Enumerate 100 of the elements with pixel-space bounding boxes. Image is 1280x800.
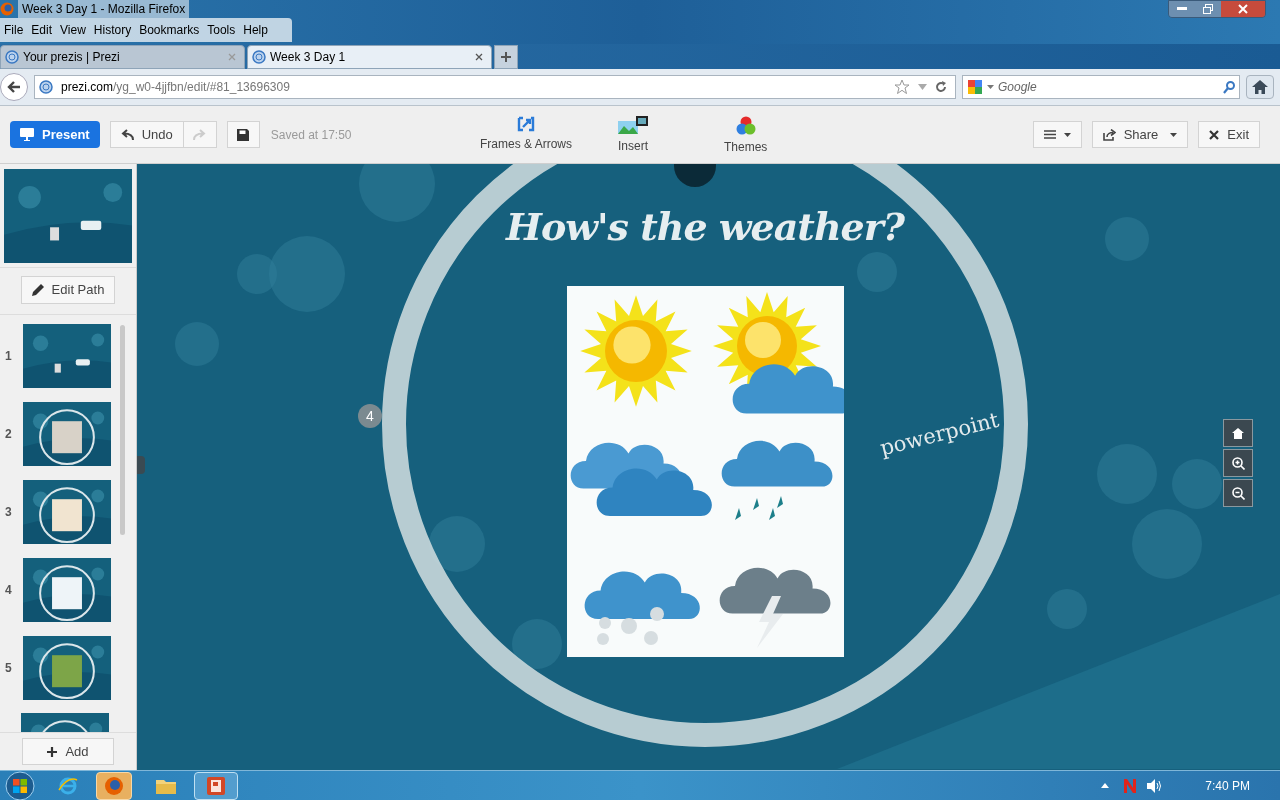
- save-status: Saved at 17:50: [270, 126, 352, 144]
- background-bubble: [1172, 459, 1222, 509]
- clock[interactable]: 7:40 PM: [1205, 776, 1250, 795]
- menu-item[interactable]: Bookmarks: [135, 21, 204, 39]
- menu-icon: [1043, 130, 1056, 139]
- window-title: Week 3 Day 1 - Mozilla Firefox: [18, 0, 190, 18]
- share-button[interactable]: Share: [1091, 121, 1189, 148]
- firefox-icon: [104, 775, 124, 796]
- back-button[interactable]: [0, 73, 28, 101]
- exit-button[interactable]: Exit: [1198, 121, 1260, 148]
- themes-tool-button[interactable]: Themes: [724, 116, 768, 156]
- frames-tool-button[interactable]: Frames & Arrows: [480, 116, 572, 153]
- zoom-in-button[interactable]: [1223, 449, 1253, 477]
- close-button[interactable]: [1221, 1, 1265, 17]
- taskbar-app[interactable]: [96, 771, 132, 800]
- search-engine-icon: [967, 79, 983, 95]
- slide-number: 2: [5, 426, 13, 443]
- sun-cloud-icon: [713, 292, 844, 414]
- presentation-icon: [207, 776, 225, 795]
- weather-illustration[interactable]: [567, 286, 844, 657]
- taskbar-app[interactable]: [194, 771, 238, 800]
- search-input[interactable]: Google: [998, 78, 1219, 96]
- close-icon[interactable]: [475, 53, 483, 61]
- background-bubble: [429, 516, 485, 572]
- back-arrow-icon: [7, 81, 21, 93]
- zoom-in-icon: [1231, 456, 1245, 470]
- snow-cloud-icon: [584, 571, 700, 645]
- home-button[interactable]: [1223, 419, 1253, 447]
- url-text: prezi.com/yg_w0-4jjfbn/edit/#81_13696309: [61, 79, 291, 96]
- folder-icon: [156, 777, 176, 794]
- frame-arrow-icon: [517, 116, 535, 132]
- zoom-out-icon: [1231, 486, 1245, 500]
- edit-path-button[interactable]: Edit Path: [20, 276, 116, 304]
- path-connector: [674, 164, 716, 188]
- screen-icon: [20, 128, 34, 141]
- rain-cloud-icon: [721, 440, 833, 520]
- home-button[interactable]: [1246, 75, 1274, 99]
- menu-item[interactable]: File: [0, 21, 28, 39]
- menu-item[interactable]: Tools: [203, 21, 240, 39]
- menu-button[interactable]: [1032, 121, 1082, 148]
- speaker-icon[interactable]: [1147, 778, 1164, 793]
- storm-cloud-icon: [719, 567, 831, 648]
- address-field[interactable]: prezi.com/yg_w0-4jjfbn/edit/#81_13696309: [34, 75, 956, 99]
- search-bar[interactable]: Google: [962, 75, 1240, 99]
- dropdown-icon: [987, 85, 994, 89]
- zoom-out-button[interactable]: [1223, 479, 1253, 507]
- home-icon: [1252, 80, 1268, 94]
- globe-icon: [5, 50, 19, 64]
- windows-logo-icon: [5, 770, 35, 800]
- slide-number: 3: [5, 504, 13, 521]
- redo-icon: [193, 129, 207, 140]
- save-icon: [237, 128, 250, 141]
- globe-icon: [252, 50, 266, 64]
- plus-icon: [501, 52, 511, 62]
- close-icon: [1209, 129, 1220, 140]
- restore-icon: [1203, 4, 1213, 14]
- minimize-button[interactable]: [1169, 1, 1195, 17]
- insert-tool-button[interactable]: Insert: [618, 116, 648, 155]
- browser-e-icon: [58, 775, 78, 796]
- path-step-badge[interactable]: 4: [358, 404, 382, 428]
- slide-number: 1: [5, 348, 13, 365]
- new-tab-button[interactable]: [494, 45, 518, 69]
- caret-icon: [1170, 132, 1178, 137]
- undo-button[interactable]: Undo: [109, 121, 184, 148]
- color-circles-icon: [735, 116, 757, 135]
- firefox-icon: [0, 2, 14, 16]
- menu-item[interactable]: Edit: [27, 21, 57, 39]
- dropdown-icon: [918, 84, 927, 90]
- tab-title: Your prezis | Prezi: [23, 49, 121, 66]
- clouds-icon: [570, 442, 712, 516]
- slide-number: 5: [5, 660, 13, 677]
- scrollbar[interactable]: [120, 325, 125, 535]
- browser-tab[interactable]: Week 3 Day 1: [247, 45, 492, 69]
- image-icon: [618, 116, 648, 134]
- slide-title: How's the weather?: [506, 203, 904, 251]
- search-icon[interactable]: [1223, 80, 1235, 94]
- star-icon: [894, 79, 910, 95]
- undo-icon: [120, 129, 134, 140]
- tab-title: Week 3 Day 1: [270, 49, 347, 66]
- home-icon: [1232, 427, 1244, 439]
- reload-icon[interactable]: [935, 81, 947, 93]
- share-icon: [1102, 128, 1116, 141]
- pencil-icon: [31, 284, 44, 296]
- browser-tab[interactable]: Your prezis | Prezi: [0, 45, 245, 69]
- sun-icon: [580, 295, 692, 407]
- save-button[interactable]: [226, 121, 260, 148]
- menu-item[interactable]: Help: [239, 21, 272, 39]
- minimize-icon: [1177, 7, 1187, 11]
- restore-button[interactable]: [1195, 1, 1221, 17]
- caret-icon: [1063, 132, 1071, 137]
- plus-icon: [47, 746, 58, 757]
- show-hidden-icons-icon[interactable]: [1101, 783, 1110, 788]
- menu-item[interactable]: History: [89, 21, 136, 39]
- splitter-handle[interactable]: [137, 456, 145, 474]
- globe-icon: [39, 80, 53, 94]
- present-button[interactable]: Present: [10, 121, 100, 148]
- add-button[interactable]: Add: [22, 738, 114, 765]
- menu-item[interactable]: View: [56, 21, 90, 39]
- slide-number: 4: [5, 582, 13, 599]
- background-bubble: [512, 619, 562, 669]
